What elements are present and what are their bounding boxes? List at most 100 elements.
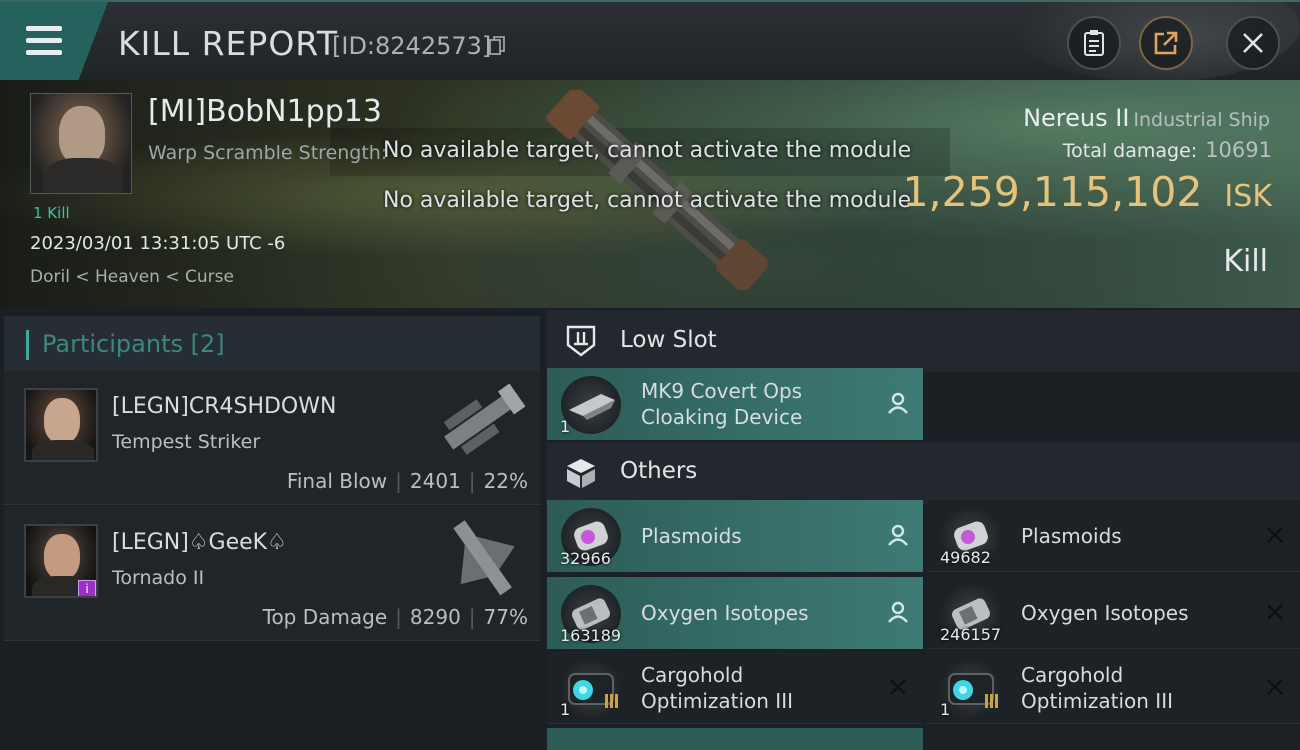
- person-icon: [888, 524, 908, 546]
- cargo-item[interactable]: 32966 Plasmoids: [547, 500, 923, 572]
- item-quantity: 246157: [940, 625, 1002, 644]
- isk-loss: 1,259,115,102 ISK: [902, 168, 1272, 216]
- clipboard-icon: [1084, 30, 1104, 56]
- total-damage-label: Total damage:: [1062, 140, 1198, 162]
- avatar[interactable]: [24, 388, 98, 462]
- close-button[interactable]: [1226, 16, 1280, 70]
- participant-percent: 22%: [483, 469, 528, 493]
- victim-portrait[interactable]: [30, 93, 132, 194]
- item-name-line: Optimization III: [641, 689, 793, 713]
- avatar[interactable]: i: [24, 524, 98, 598]
- participant-damage: 8290: [409, 605, 461, 629]
- victim-name[interactable]: [MI]BobN1pp13: [148, 94, 382, 129]
- participant-ship-model: [453, 520, 515, 596]
- menu-button[interactable]: [0, 2, 108, 82]
- item-quantity: 1: [560, 417, 571, 436]
- cargo-item[interactable]: 246157 Oxygen Isotopes: [927, 577, 1300, 649]
- item-quantity: 32966: [560, 549, 611, 568]
- participant-name: [LEGN]♤GeeK♤: [112, 530, 287, 555]
- menu-icon: [26, 26, 62, 31]
- person-icon: [888, 601, 908, 623]
- participants-count: [2]: [190, 330, 225, 358]
- item-name: Oxygen Isotopes: [641, 601, 809, 625]
- notification-message: No available target, cannot activate the…: [383, 138, 912, 163]
- total-damage-value: 10691: [1205, 138, 1272, 162]
- participant-stats: Final Blow | 2401 | 22%: [286, 469, 528, 493]
- item-name-line: Optimization III: [1021, 689, 1173, 713]
- tier-iii-icon: [605, 694, 618, 708]
- item-name-line: Cloaking Device: [641, 405, 803, 429]
- notification-message: No available target, cannot activate the…: [383, 188, 912, 213]
- others-header: Others: [546, 442, 1300, 504]
- participant-stats: Top Damage | 8290 | 77%: [262, 605, 528, 629]
- participant-role: Top Damage: [262, 605, 388, 629]
- others-title: Others: [620, 458, 698, 484]
- cargo-item-partial: [547, 728, 923, 750]
- destroyed-x-icon: [890, 679, 906, 695]
- participant-percent: 77%: [483, 605, 528, 629]
- cargo-item[interactable]: 1 Cargohold Optimization III: [547, 652, 923, 724]
- menu-icon: [26, 38, 62, 43]
- cargo-item[interactable]: 49682 Plasmoids: [927, 500, 1300, 572]
- share-icon: [1154, 31, 1178, 55]
- item-name: Cargohold Optimization III: [641, 662, 793, 714]
- participant-ship: Tornado II: [112, 567, 205, 589]
- report-id: [ID:8242573]: [332, 32, 492, 60]
- low-slot-icon: [566, 325, 596, 357]
- warp-scramble-label: Warp Scramble Strength:: [148, 142, 388, 164]
- low-slot-title: Low Slot: [620, 327, 717, 353]
- participant-row[interactable]: [LEGN]CR4SHDOWN Tempest Striker Final Bl…: [4, 370, 540, 505]
- menu-icon: [26, 50, 62, 55]
- participants-header: Participants [2]: [4, 316, 540, 372]
- destroyed-x-icon: [1267, 679, 1283, 695]
- tier-iii-icon: [985, 694, 998, 708]
- kill-report-screen: KILL REPORT [ID:8242573] [MI]BobN1pp13 W…: [0, 0, 1300, 750]
- item-name: MK9 Covert Ops Cloaking Device: [641, 378, 802, 430]
- item-name-line: Cargohold: [641, 663, 744, 687]
- ship-name: Nereus II: [1023, 104, 1130, 132]
- victim-ship[interactable]: Nereus II Industrial Ship: [1023, 104, 1270, 132]
- item-name: Plasmoids: [1021, 524, 1122, 548]
- copy-icon[interactable]: [489, 36, 505, 56]
- cargo-item[interactable]: 163189 Oxygen Isotopes: [547, 577, 923, 649]
- participants-panel: Participants [2] [LEGN]CR4SHDOWN Tempest…: [0, 308, 540, 750]
- person-icon: [888, 392, 908, 414]
- fitting-item[interactable]: 1 MK9 Covert Ops Cloaking Device: [547, 368, 923, 440]
- item-quantity: 163189: [560, 626, 622, 645]
- item-name-line: Cargohold: [1021, 663, 1124, 687]
- participant-row[interactable]: i [LEGN]♤GeeK♤ Tornado II Top Damage | 829…: [4, 506, 540, 641]
- close-icon: [1243, 33, 1263, 53]
- destroyed-x-icon: [1267, 527, 1283, 543]
- kill-banner: [MI]BobN1pp13 Warp Scramble Strength: 1 …: [0, 80, 1300, 308]
- item-quantity: 1: [940, 700, 951, 719]
- destroyed-x-icon: [1267, 604, 1283, 620]
- kill-count: 1 Kill: [33, 204, 70, 222]
- kill-type: Kill: [1223, 244, 1268, 279]
- report-button[interactable]: [1067, 16, 1121, 70]
- item-name: Plasmoids: [641, 524, 742, 548]
- ship-class: Industrial Ship: [1133, 109, 1270, 131]
- participants-title: Participants [2]: [42, 330, 225, 358]
- low-slot-header: Low Slot: [546, 310, 1300, 372]
- item-name-line: MK9 Covert Ops: [641, 379, 803, 403]
- isk-value: 1,259,115,102: [902, 168, 1203, 216]
- header-bar: KILL REPORT [ID:8242573]: [0, 0, 1300, 82]
- cargo-item-partial: [927, 728, 1300, 750]
- item-name: Oxygen Isotopes: [1021, 601, 1189, 625]
- item-quantity: 1: [560, 700, 571, 719]
- participants-label: Participants: [42, 330, 183, 358]
- participant-ship-model: [443, 383, 526, 455]
- participant-role: Final Blow: [286, 469, 388, 493]
- page-title: KILL REPORT: [118, 24, 338, 63]
- item-quantity: 49682: [940, 548, 991, 567]
- box-icon: [567, 459, 595, 488]
- participant-name: [LEGN]CR4SHDOWN: [112, 394, 337, 419]
- cargo-item[interactable]: 1 Cargohold Optimization III: [927, 652, 1300, 724]
- share-button[interactable]: [1139, 16, 1193, 70]
- participant-ship: Tempest Striker: [112, 431, 261, 453]
- kill-timestamp: 2023/03/01 13:31:05 UTC -6: [30, 233, 286, 254]
- total-damage: Total damage: 10691: [1063, 138, 1272, 162]
- isk-unit: ISK: [1224, 179, 1272, 214]
- item-name: Cargohold Optimization III: [1021, 662, 1173, 714]
- kill-location[interactable]: Doril < Heaven < Curse: [30, 267, 234, 287]
